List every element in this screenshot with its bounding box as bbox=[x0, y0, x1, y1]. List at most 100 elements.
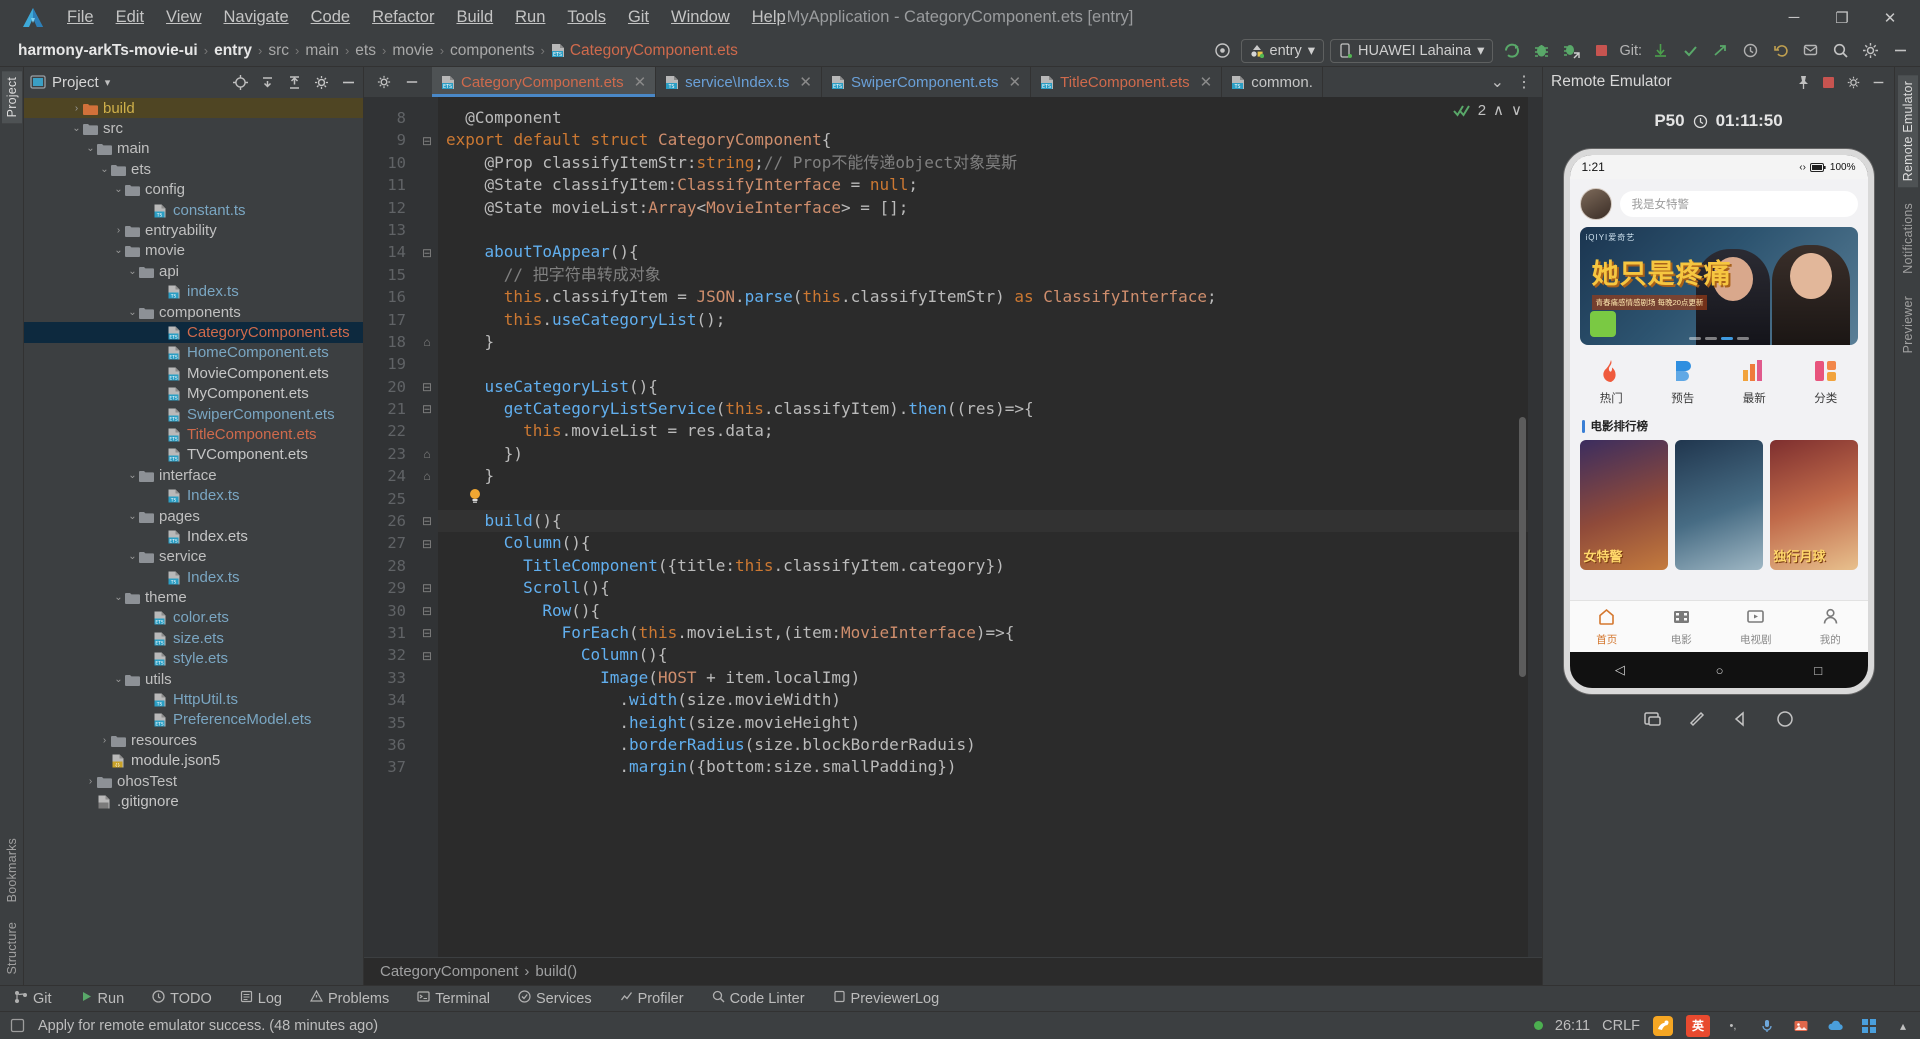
code-line[interactable]: getCategoryListService(this.classifyItem… bbox=[438, 398, 1542, 420]
gear-icon[interactable] bbox=[1846, 75, 1861, 90]
editor-scrollbar[interactable] bbox=[1519, 417, 1526, 677]
fold-marker[interactable]: ⊟ bbox=[416, 644, 438, 666]
toolwindow-code-linter[interactable]: Code Linter bbox=[708, 989, 809, 1008]
chevron-right-icon[interactable]: › bbox=[98, 734, 111, 747]
editor-tab-categorycomponent[interactable]: ETS CategoryComponent.ets ✕ bbox=[432, 67, 657, 97]
debug-icon[interactable] bbox=[1529, 39, 1553, 63]
sys-recents-icon[interactable]: □ bbox=[1814, 663, 1822, 678]
sys-home-icon[interactable]: ○ bbox=[1716, 663, 1724, 678]
run-config-selector[interactable]: entry ▾ bbox=[1240, 38, 1325, 63]
tree-node-entryability[interactable]: › entryability bbox=[24, 220, 363, 240]
chevron-down-icon[interactable]: ⌄ bbox=[126, 265, 139, 278]
poster-item[interactable]: 独行月球 bbox=[1769, 440, 1858, 570]
code-line[interactable] bbox=[438, 488, 1542, 510]
fold-marker[interactable]: ⊟ bbox=[416, 600, 438, 622]
chevron-down-icon[interactable]: ⌄ bbox=[70, 122, 83, 135]
gear-icon[interactable] bbox=[313, 74, 330, 91]
tree-node-src[interactable]: ⌄ src bbox=[24, 118, 363, 138]
code-line[interactable]: @Component bbox=[438, 107, 1542, 129]
breadcrumb-components[interactable]: components bbox=[446, 41, 538, 61]
chevron-down-icon[interactable]: ⌄ bbox=[126, 510, 139, 523]
code-line[interactable]: Column(){ bbox=[438, 644, 1542, 666]
editor-tab-service-index[interactable]: TS service\Index.ts ✕ bbox=[656, 67, 822, 97]
tree-node-index-ets[interactable]: ETS Index.ets bbox=[24, 526, 363, 546]
breadcrumb-movie[interactable]: movie bbox=[388, 41, 437, 61]
poster-item[interactable] bbox=[1674, 440, 1763, 570]
code-line[interactable]: @State movieList:Array<MovieInterface> =… bbox=[438, 197, 1542, 219]
ime-language-badge[interactable]: 英 bbox=[1686, 1014, 1710, 1037]
target-icon[interactable] bbox=[1211, 39, 1235, 63]
search-everywhere-icon[interactable] bbox=[1828, 39, 1852, 63]
code-line[interactable]: useCategoryList(){ bbox=[438, 376, 1542, 398]
fold-marker[interactable]: ⊟ bbox=[416, 129, 438, 151]
tree-node-moviecomponent-ets[interactable]: ETS MovieComponent.ets bbox=[24, 363, 363, 383]
close-button[interactable]: ✕ bbox=[1868, 2, 1912, 34]
footer-crumb-method[interactable]: build() bbox=[535, 963, 577, 980]
toolwindow-problems[interactable]: Problems bbox=[306, 989, 393, 1008]
breadcrumb-file[interactable]: ETS CategoryComponent.ets bbox=[547, 41, 742, 61]
tree-node-pages[interactable]: ⌄ pages bbox=[24, 506, 363, 526]
code-editor[interactable]: 8 9 10 11 12 13 14 15 16 17 18 19 20 21 22 23 24 25 26 27 28… bbox=[364, 97, 1542, 957]
poster-item[interactable]: 女特警 bbox=[1579, 440, 1668, 570]
code-line[interactable]: ForEach(this.movieList,(item:MovieInterf… bbox=[438, 622, 1542, 644]
code-line[interactable]: Column(){ bbox=[438, 532, 1542, 554]
rail-tab-notifications[interactable]: Notifications bbox=[1898, 197, 1918, 280]
phone-screen[interactable]: 我是女特警 iQIYI爱奇艺 她只是疼痛 青春痛感情感剧场 每晚20点更新 热门… bbox=[1569, 179, 1868, 688]
nav-mine[interactable]: 我的 bbox=[1793, 601, 1868, 652]
intention-bulb-icon[interactable] bbox=[468, 488, 482, 510]
tree-node-tvcomponent-ets[interactable]: ETS TVComponent.ets bbox=[24, 445, 363, 465]
rollback-icon[interactable] bbox=[1768, 39, 1792, 63]
chevron-down-icon[interactable]: ⌄ bbox=[126, 550, 139, 563]
phone-frame[interactable]: 1:21 ‹› 100% 我是女特警 iQIYI爱奇艺 她只是疼痛 青春痛感情感… bbox=[1563, 149, 1874, 694]
menu-git[interactable]: Git bbox=[617, 5, 660, 30]
chevron-down-icon[interactable]: ⌄ bbox=[84, 142, 97, 155]
avatar[interactable] bbox=[1579, 188, 1612, 220]
gallery-icon[interactable] bbox=[1790, 1015, 1812, 1037]
hide-panel-icon[interactable] bbox=[340, 74, 357, 91]
profile-debug-icon[interactable] bbox=[1559, 39, 1583, 63]
chevron-down-icon[interactable]: ⌄ bbox=[112, 183, 125, 196]
code-line[interactable]: this.movieList = res.data; bbox=[438, 420, 1542, 442]
tree-node-swipercomponent-ets[interactable]: ETS SwiperComponent.ets bbox=[24, 404, 363, 424]
menu-help[interactable]: Help bbox=[741, 5, 797, 30]
chevron-down-icon[interactable]: ⌄ bbox=[126, 469, 139, 482]
toolwindow-git[interactable]: Git bbox=[10, 989, 56, 1009]
tree-node-gitignore[interactable]: .gitignore bbox=[24, 791, 363, 811]
category-hot[interactable]: 热门 bbox=[1582, 357, 1640, 406]
tree-node-categorycomponent-ets[interactable]: ETS CategoryComponent.ets bbox=[24, 322, 363, 343]
toolwindow-log[interactable]: Log bbox=[236, 989, 286, 1008]
code-line[interactable]: Scroll(){ bbox=[438, 577, 1542, 599]
tree-node-ets[interactable]: ⌄ ets bbox=[24, 159, 363, 179]
chevron-down-icon[interactable]: ⌄ bbox=[126, 306, 139, 319]
tree-node-theme[interactable]: ⌄ theme bbox=[24, 587, 363, 607]
code-line[interactable]: export default struct CategoryComponent{ bbox=[438, 129, 1542, 151]
gear-icon[interactable] bbox=[1858, 39, 1882, 63]
fold-marker[interactable]: ⊟ bbox=[416, 622, 438, 644]
menu-file[interactable]: File bbox=[56, 5, 105, 30]
device-selector[interactable]: HUAWEI Lahaina ▾ bbox=[1330, 38, 1494, 63]
breadcrumb-src[interactable]: src bbox=[264, 41, 293, 61]
chevron-down-icon[interactable]: ⌄ bbox=[112, 244, 125, 257]
category-trailer[interactable]: 预告 bbox=[1654, 357, 1712, 406]
toolwindow-profiler[interactable]: Profiler bbox=[616, 989, 688, 1008]
stop-icon[interactable] bbox=[1821, 75, 1836, 90]
chevron-down-icon[interactable]: ⌄ bbox=[112, 673, 125, 686]
tree-node-interface[interactable]: ⌄ interface bbox=[24, 465, 363, 485]
push-icon[interactable] bbox=[1708, 39, 1732, 63]
tree-node-utils[interactable]: ⌄ utils bbox=[24, 669, 363, 689]
notifications-icon[interactable] bbox=[1798, 39, 1822, 63]
commit-icon[interactable] bbox=[1678, 39, 1702, 63]
code-folding-gutter[interactable]: ⊟ ⊟ ⌂ ⊟ ⊟ ⌂ ⌂ ⊟ ⊟ ⊟ ⊟ ⊟ ⊟ bbox=[416, 97, 438, 957]
sys-back-icon[interactable]: ◁ bbox=[1615, 662, 1625, 678]
menu-view[interactable]: View bbox=[155, 5, 212, 30]
close-icon[interactable]: ✕ bbox=[1200, 73, 1213, 91]
editor-tab-titlecomponent[interactable]: ETS TitleComponent.ets ✕ bbox=[1031, 67, 1223, 97]
rotate-icon[interactable] bbox=[1686, 708, 1708, 730]
category-classify[interactable]: 分类 bbox=[1797, 357, 1855, 406]
chevron-down-icon[interactable]: ⌄ bbox=[98, 163, 111, 176]
tree-node-homecomponent-ets[interactable]: ETS HomeComponent.ets bbox=[24, 343, 363, 363]
locate-icon[interactable] bbox=[232, 74, 249, 91]
code-line[interactable] bbox=[438, 353, 1542, 375]
code-line[interactable]: Row(){ bbox=[438, 600, 1542, 622]
rail-tab-structure[interactable]: Structure bbox=[2, 916, 22, 981]
